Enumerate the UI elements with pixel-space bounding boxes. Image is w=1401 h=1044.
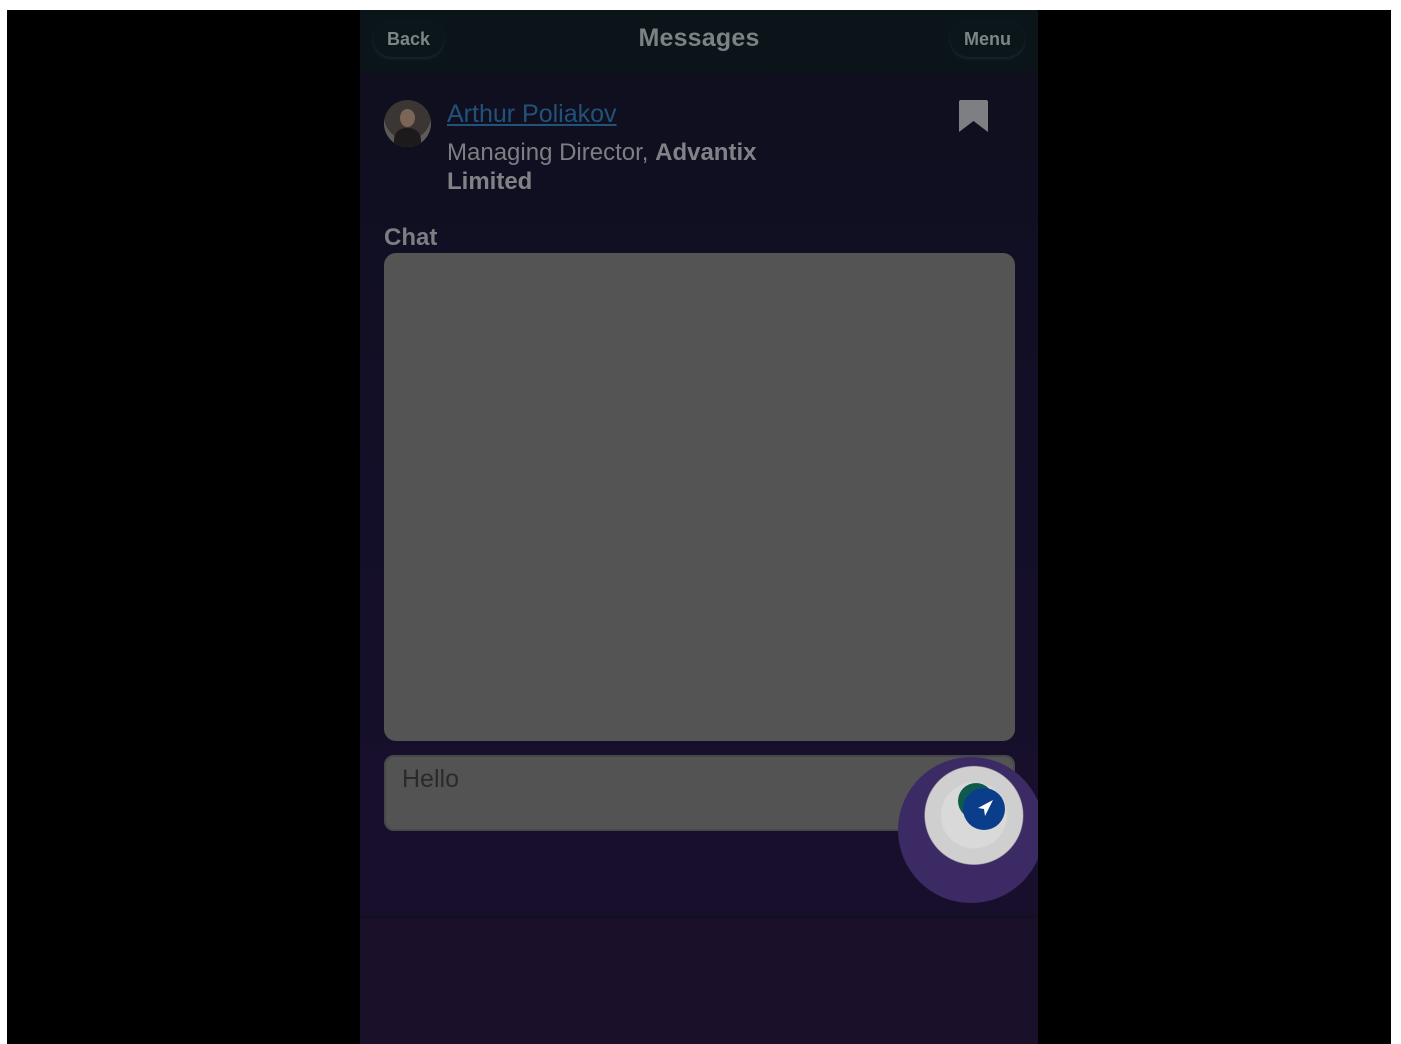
avatar — [384, 100, 431, 147]
contact-name-link[interactable]: Arthur Poliakov — [447, 100, 617, 129]
app-viewport: Back Messages Menu Arthur Poliakov Manag… — [7, 10, 1391, 1044]
page-title: Messages — [638, 24, 760, 52]
contact-title: Managing Director, — [447, 139, 656, 166]
bottom-area — [360, 918, 1038, 1044]
menu-button[interactable]: Menu — [950, 20, 1025, 58]
message-input[interactable]: Hello — [402, 765, 459, 794]
chat-messages-panel[interactable] — [384, 253, 1015, 741]
chat-section-label: Chat — [384, 224, 438, 251]
top-navigation-bar: Back Messages Menu — [360, 10, 1038, 72]
bookmark-icon[interactable] — [957, 99, 990, 133]
contact-header: Arthur Poliakov Managing Director, Advan… — [384, 98, 1014, 208]
contact-role: Managing Director, Advantix Limited — [447, 138, 807, 196]
mobile-screen: Back Messages Menu Arthur Poliakov Manag… — [360, 10, 1038, 1044]
send-icon[interactable] — [954, 779, 1008, 833]
